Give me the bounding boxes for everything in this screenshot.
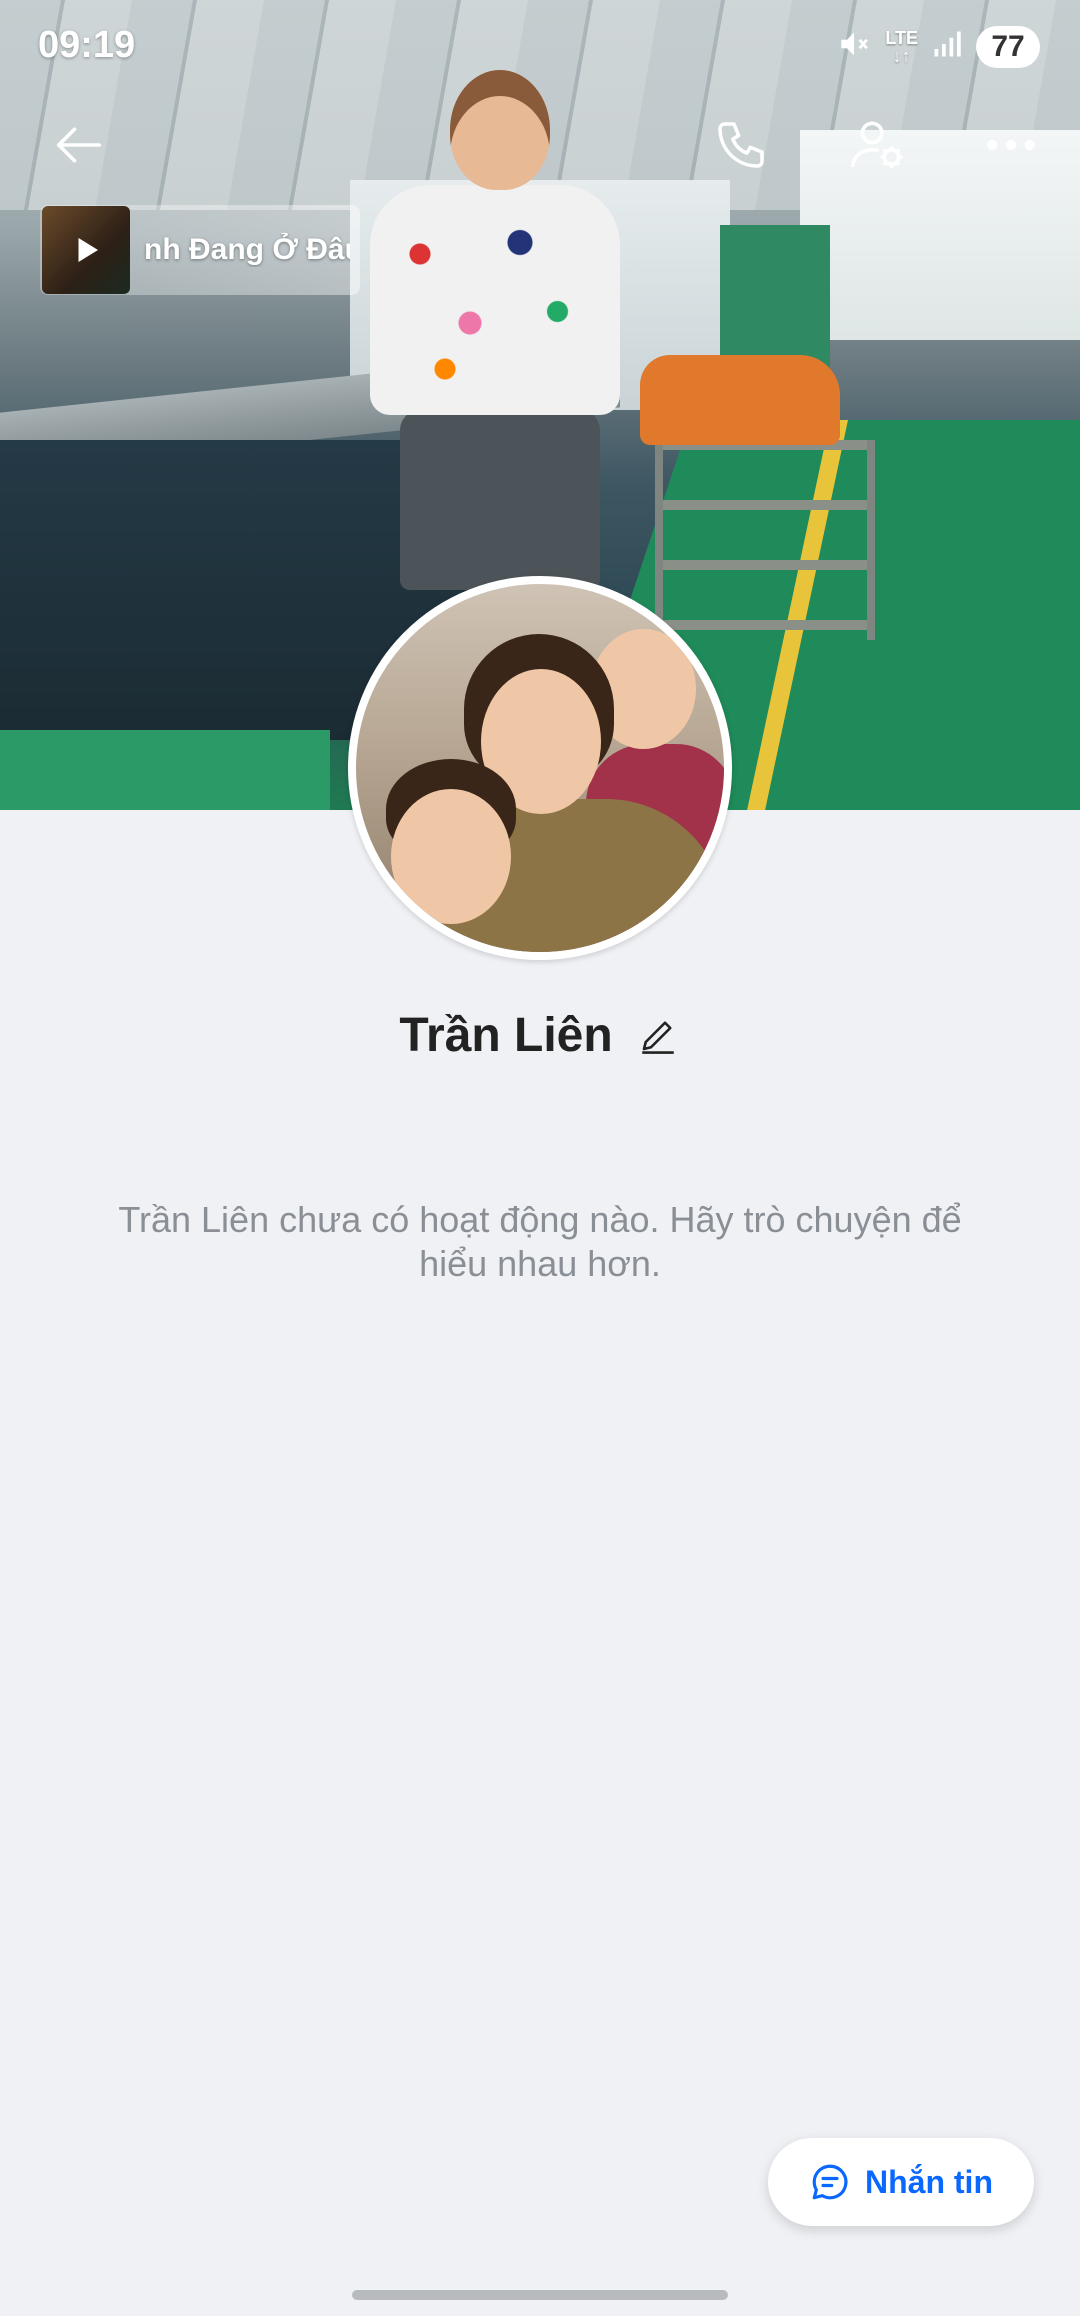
- more-icon: [987, 139, 1035, 151]
- profile-name: Trần Liên: [399, 1008, 613, 1062]
- home-indicator[interactable]: [352, 2290, 728, 2300]
- user-settings-icon: [851, 121, 903, 168]
- phone-icon: [718, 122, 764, 168]
- edit-name-button[interactable]: [635, 1012, 681, 1058]
- status-time: 09:19: [38, 24, 136, 66]
- avatar[interactable]: [348, 576, 732, 960]
- profile-screen: 09:19 LTE ↓↑ 77 nh Đang Ở Đâu Trần Liên …: [0, 0, 1080, 2316]
- signal-icon: [932, 29, 962, 66]
- pencil-icon: [641, 1021, 674, 1054]
- music-thumbnail: [42, 206, 130, 294]
- cover-person: [340, 70, 640, 590]
- empty-activity-message: Trần Liên chưa có hoạt động nào. Hãy trò…: [118, 1199, 962, 1284]
- send-message-label: Nhắn tin: [865, 2163, 993, 2200]
- call-button[interactable]: [706, 110, 776, 180]
- mute-icon: [837, 27, 871, 68]
- lte-icon: LTE ↓↑: [885, 28, 918, 66]
- profile-name-row: Trần Liên: [0, 1000, 1080, 1070]
- status-bar-right: LTE ↓↑ 77: [837, 22, 1040, 72]
- more-options-button[interactable]: [976, 110, 1046, 180]
- profile-music-pill[interactable]: nh Đang Ở Đâu: [40, 205, 360, 295]
- profile-settings-button[interactable]: [842, 110, 912, 180]
- back-button[interactable]: [44, 110, 114, 180]
- chat-bubble-icon: [812, 2164, 848, 2200]
- back-arrow-icon: [56, 127, 102, 163]
- send-message-button[interactable]: Nhắn tin: [768, 2138, 1034, 2226]
- music-title: nh Đang Ở Đâu: [144, 233, 350, 266]
- battery-icon: 77: [976, 26, 1040, 68]
- play-icon: [78, 238, 98, 262]
- network-type: LTE: [885, 28, 918, 48]
